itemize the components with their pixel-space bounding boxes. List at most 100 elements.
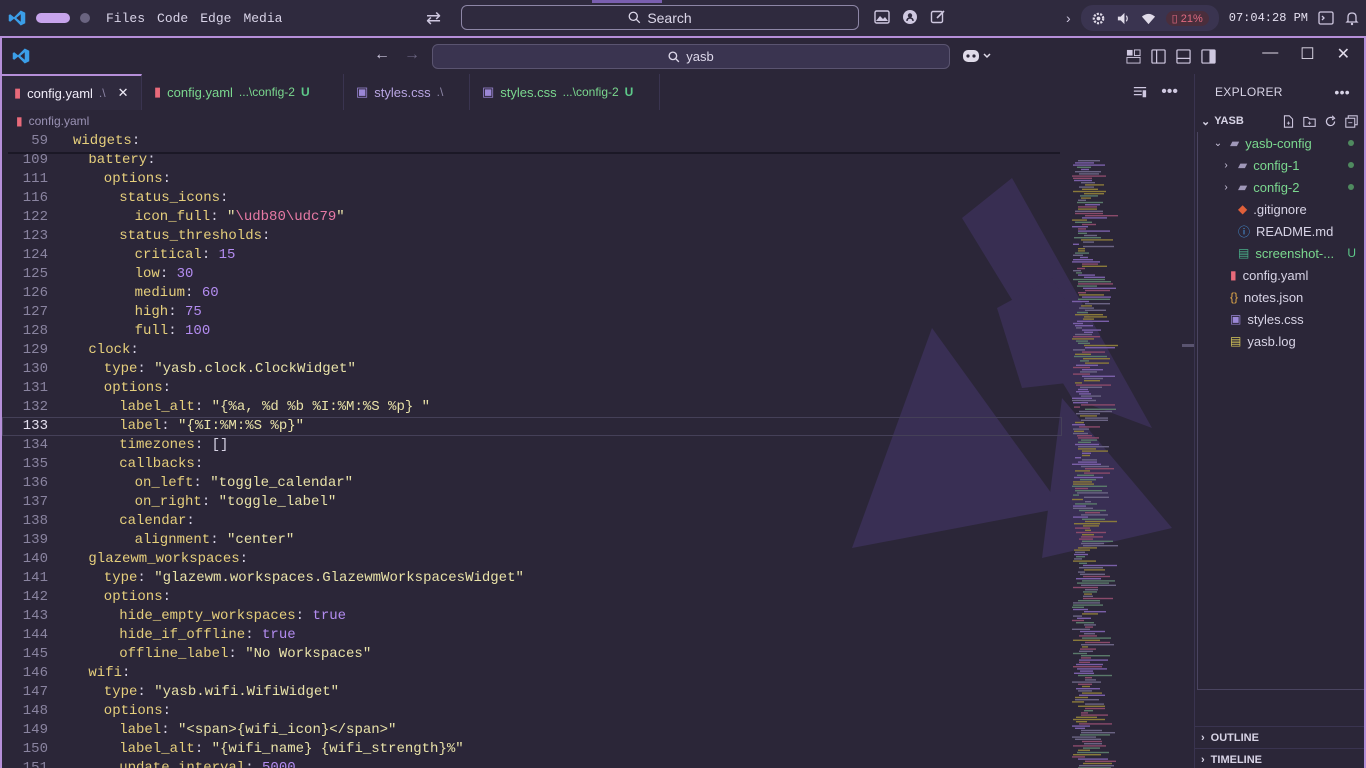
outline-section[interactable]: › OUTLINE [1195, 726, 1364, 748]
git-untracked-badge: U [1347, 246, 1356, 260]
code-line[interactable]: 150 label_alt: "{wifi_name} {wifi_strengt… [2, 740, 1062, 759]
explorer-root[interactable]: ⌄ YASB [1195, 110, 1364, 132]
more-actions-icon[interactable]: ••• [1334, 84, 1350, 100]
code-line[interactable]: 122 icon_full: "\udb80\udc79" [2, 208, 1062, 227]
code-line[interactable]: 129 clock: [2, 341, 1062, 360]
tab-config-yaml[interactable]: ▮ config.yaml .\ ✕ [2, 74, 142, 110]
swap-icon[interactable]: ⇄ [426, 8, 441, 29]
tree-item[interactable]: › ▰ config-1 [1198, 154, 1364, 176]
code-line[interactable]: 144 hide_if_offline: true [2, 626, 1062, 645]
clock[interactable]: 07:04:28 PM [1229, 11, 1308, 25]
split-editor-icon[interactable] [1133, 85, 1147, 99]
customize-layout-icon[interactable] [1126, 49, 1141, 64]
menu-media[interactable]: Media [243, 11, 282, 26]
code-line[interactable]: 135 callbacks: [2, 455, 1062, 474]
chevron-down-icon[interactable]: ⌄ [1201, 115, 1210, 128]
tree-item[interactable]: ⌄ ▰ yasb-config [1198, 132, 1364, 154]
code-editor[interactable]: 59 widgets: 109 battery: 111 options: 116 statu… [2, 130, 1062, 768]
toggle-secondary-sidebar-icon[interactable] [1201, 49, 1216, 64]
code-line[interactable]: 132 label_alt: "{%a, %d %b %I:%M:%S %p} " [2, 398, 1062, 417]
scrollbar-thumb[interactable] [1182, 344, 1194, 347]
menu-code[interactable]: Code [157, 11, 188, 26]
battery-indicator[interactable]: ▯ 21% [1165, 10, 1209, 26]
code-line[interactable]: 131 options: [2, 379, 1062, 398]
line-number: 145 [22, 646, 48, 662]
tree-item[interactable]: {} notes.json [1198, 286, 1364, 308]
code-line[interactable]: 130 type: "yasb.clock.ClockWidget" [2, 360, 1062, 379]
tree-item[interactable]: ▮ config.yaml [1198, 264, 1364, 286]
code-line[interactable]: 146 wifi: [2, 664, 1062, 683]
back-arrow-icon[interactable]: ← [374, 46, 390, 64]
breadcrumb-file[interactable]: config.yaml [29, 114, 90, 128]
menu-files[interactable]: Files [106, 11, 145, 26]
code-line[interactable]: 125 low: 30 [2, 265, 1062, 284]
code-line[interactable]: 136 on_left: "toggle_calendar" [2, 474, 1062, 493]
code-line[interactable]: 143 hide_empty_workspaces: true [2, 607, 1062, 626]
code-line[interactable]: 141 type: "glazewm.workspaces.GlazewmWork… [2, 569, 1062, 588]
tab-config-yaml-config-2[interactable]: ▮ config.yaml ...\config-2 U [142, 74, 344, 110]
code-line[interactable]: 127 high: 75 [2, 303, 1062, 322]
tree-item[interactable]: ◆ .gitignore [1198, 198, 1364, 220]
tree-item[interactable]: ▤ yasb.log [1198, 330, 1364, 352]
close-icon[interactable]: ✕ [1337, 44, 1350, 64]
menu-edge[interactable]: Edge [200, 11, 231, 26]
code-line[interactable]: 116 status_icons: [2, 189, 1062, 208]
new-file-icon[interactable] [1282, 114, 1295, 128]
tree-item[interactable]: ⓘ README.md [1198, 220, 1364, 242]
code-line[interactable]: 134 timezones: [] [2, 436, 1062, 455]
copilot-icon[interactable] [962, 48, 992, 69]
toggle-panel-icon[interactable] [1176, 49, 1191, 64]
git-status-dot [1348, 184, 1354, 190]
tree-item[interactable]: › ▰ config-2 [1198, 176, 1364, 198]
code-line[interactable]: 148 options: [2, 702, 1062, 721]
code-line[interactable]: 124 critical: 15 [2, 246, 1062, 265]
chevron-right-icon[interactable]: › [1066, 10, 1071, 26]
code-line[interactable]: 140 glazewm_workspaces: [2, 550, 1062, 569]
code-line[interactable]: 138 calendar: [2, 512, 1062, 531]
code-line[interactable]: 149 label: "<span>{wifi_icon}</span>" [2, 721, 1062, 740]
wifi-icon[interactable] [1141, 11, 1156, 26]
workspace-indicator[interactable] [80, 13, 90, 23]
code-line[interactable]: 137 on_right: "toggle_label" [2, 493, 1062, 512]
tab-styles-css[interactable]: ▣ styles.css .\ [344, 74, 470, 110]
notification-bell-icon[interactable] [1344, 10, 1360, 26]
maximize-icon[interactable]: ☐ [1300, 44, 1314, 64]
new-folder-icon[interactable] [1303, 115, 1316, 128]
command-center[interactable]: yasb [432, 44, 950, 69]
tree-item[interactable]: ▤ screenshot-... U [1198, 242, 1364, 264]
tab-styles-css-config-2[interactable]: ▣ styles.css ...\config-2 U [470, 74, 660, 110]
collapse-all-icon[interactable] [1345, 114, 1358, 128]
code-line[interactable]: 126 medium: 60 [2, 284, 1062, 303]
breadcrumb[interactable]: ▮ config.yaml [16, 112, 89, 130]
code-line[interactable]: 123 status_thresholds: [2, 227, 1062, 246]
github-icon[interactable] [902, 9, 918, 25]
toggle-primary-sidebar-icon[interactable] [1151, 49, 1166, 64]
terminal-icon[interactable] [1318, 10, 1334, 26]
edit-icon[interactable] [930, 9, 946, 25]
tree-item[interactable]: ▣ styles.css [1198, 308, 1364, 330]
search-icon [628, 11, 641, 24]
workspace-active-indicator[interactable] [36, 13, 70, 23]
timeline-section[interactable]: › TIMELINE [1195, 748, 1364, 768]
code-line-current[interactable]: 133 label: "{%I:%M:%S %p}" [2, 417, 1062, 436]
volume-icon[interactable] [1116, 11, 1131, 26]
code-line[interactable]: 59 widgets: [2, 132, 1062, 151]
settings-gear-icon[interactable] [1091, 11, 1106, 26]
taskbar-search[interactable]: Search [461, 0, 859, 30]
minimize-icon[interactable]: — [1262, 44, 1278, 64]
code-line[interactable]: 145 offline_label: "No Workspaces" [2, 645, 1062, 664]
image-icon[interactable] [874, 9, 890, 25]
code-text: options: [103, 380, 172, 396]
minimap[interactable] [1068, 130, 1128, 768]
more-actions-icon[interactable]: ••• [1161, 83, 1178, 101]
code-line[interactable]: 139 alignment: "center" [2, 531, 1062, 550]
code-line[interactable]: 151 update_interval: 5000 [2, 759, 1062, 768]
code-line[interactable]: 147 type: "yasb.wifi.WifiWidget" [2, 683, 1062, 702]
code-line[interactable]: 111 options: [2, 170, 1062, 189]
refresh-icon[interactable] [1324, 114, 1337, 128]
forward-arrow-icon[interactable]: → [404, 46, 420, 64]
vscode-logo-icon[interactable] [8, 9, 26, 27]
code-line[interactable]: 128 full: 100 [2, 322, 1062, 341]
close-icon[interactable]: ✕ [118, 85, 129, 101]
code-line[interactable]: 142 options: [2, 588, 1062, 607]
